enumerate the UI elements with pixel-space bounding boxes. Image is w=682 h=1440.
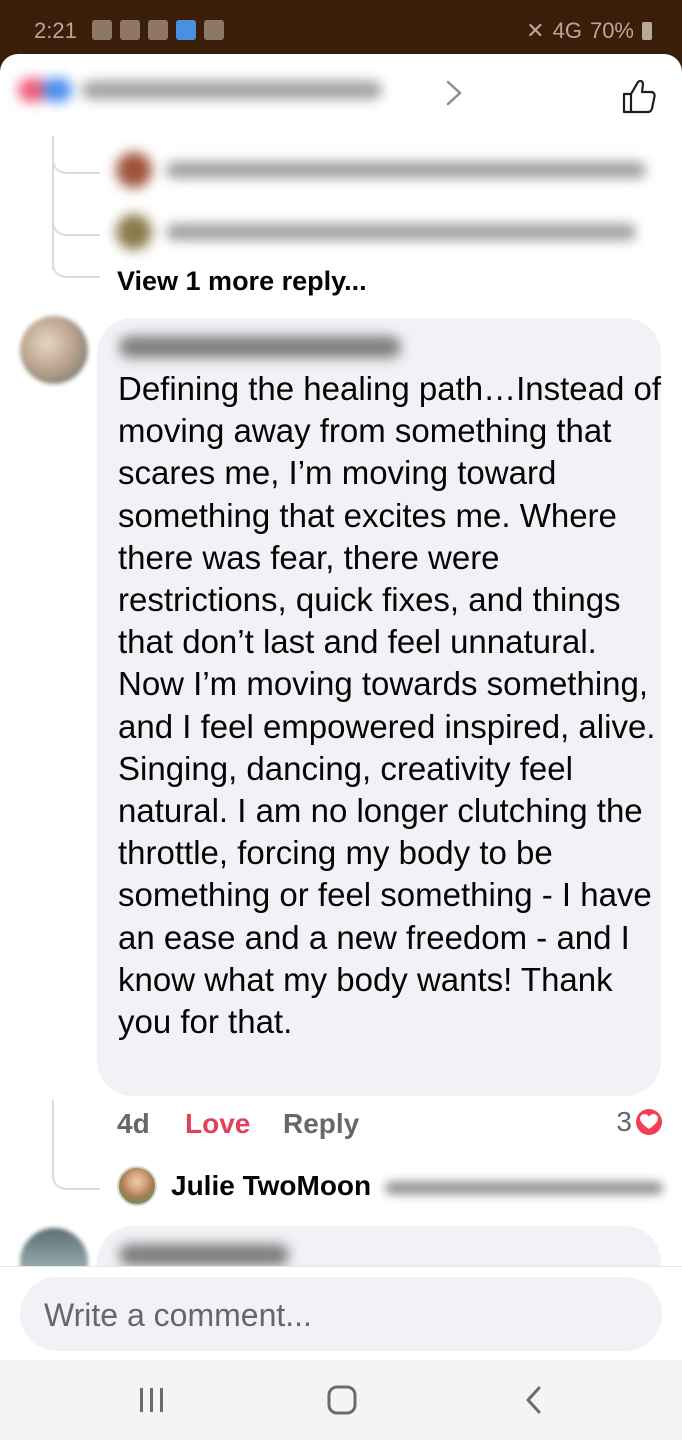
reply-text-redacted [385, 1182, 663, 1194]
home-icon [327, 1385, 357, 1415]
home-button[interactable] [320, 1378, 364, 1422]
notification-icons [92, 20, 224, 40]
battery-percent: 70% [589, 18, 634, 43]
back-button[interactable] [512, 1378, 556, 1422]
comment-input[interactable] [42, 1277, 646, 1353]
recent-apps-icon [140, 1388, 163, 1412]
reply-item[interactable]: Julie TwoMoon [117, 1164, 677, 1208]
comments-panel: View 1 more reply... Defining the healin… [0, 54, 682, 1360]
status-right: ✕ 4G 70% [526, 18, 652, 44]
mute-icon: ✕ [526, 18, 545, 43]
reply-preview[interactable] [116, 212, 656, 252]
gallery-icon [148, 20, 168, 40]
comment-author-redacted[interactable] [119, 336, 401, 358]
comment-text: Defining the healing path…Instead of mov… [118, 370, 662, 1041]
back-icon [526, 1386, 541, 1414]
like-reaction-icon [42, 78, 72, 102]
reply-preview-redacted [166, 224, 636, 240]
heart-icon [636, 1109, 662, 1135]
love-reaction-button[interactable]: Love [185, 1108, 250, 1140]
reactions-header[interactable] [0, 54, 682, 134]
comment-composer-bar [0, 1266, 682, 1360]
status-bar: 2:21 ✕ 4G 70% [0, 0, 682, 62]
reply-button[interactable]: Reply [283, 1108, 359, 1140]
reaction-count[interactable]: 3 [616, 1106, 662, 1138]
thread-connector [52, 254, 100, 278]
thread-connector [52, 216, 100, 236]
reply-author-name: Julie TwoMoon [171, 1170, 372, 1201]
voicemail-icon [120, 20, 140, 40]
thumbs-up-icon[interactable] [618, 76, 658, 116]
status-time: 2:21 [34, 18, 77, 43]
reactors-names-redacted [82, 81, 382, 99]
chevron-right-icon[interactable] [442, 78, 472, 108]
network-label: 4G [552, 18, 582, 43]
avatar [116, 152, 152, 188]
reply-preview[interactable] [116, 150, 656, 190]
avatar[interactable] [20, 316, 88, 384]
comment-timestamp[interactable]: 4d [117, 1108, 150, 1140]
message-icon [92, 20, 112, 40]
app-icon [176, 20, 196, 40]
reply-preview-redacted [166, 162, 646, 178]
recent-apps-button[interactable] [130, 1378, 174, 1422]
comment-author-redacted[interactable] [119, 1244, 289, 1266]
comment-bubble: Defining the healing path…Instead of mov… [97, 318, 661, 1096]
reaction-count-number: 3 [616, 1106, 632, 1137]
reactors-summary[interactable] [18, 78, 382, 102]
calendar-icon [204, 20, 224, 40]
comment-composer[interactable] [20, 1277, 662, 1353]
system-nav-bar [0, 1360, 682, 1440]
avatar [117, 1166, 157, 1206]
thread-connector [52, 154, 100, 174]
view-more-replies-link[interactable]: View 1 more reply... [117, 266, 367, 297]
battery-icon [642, 22, 652, 40]
thread-connector [52, 1100, 100, 1190]
avatar [116, 214, 152, 250]
